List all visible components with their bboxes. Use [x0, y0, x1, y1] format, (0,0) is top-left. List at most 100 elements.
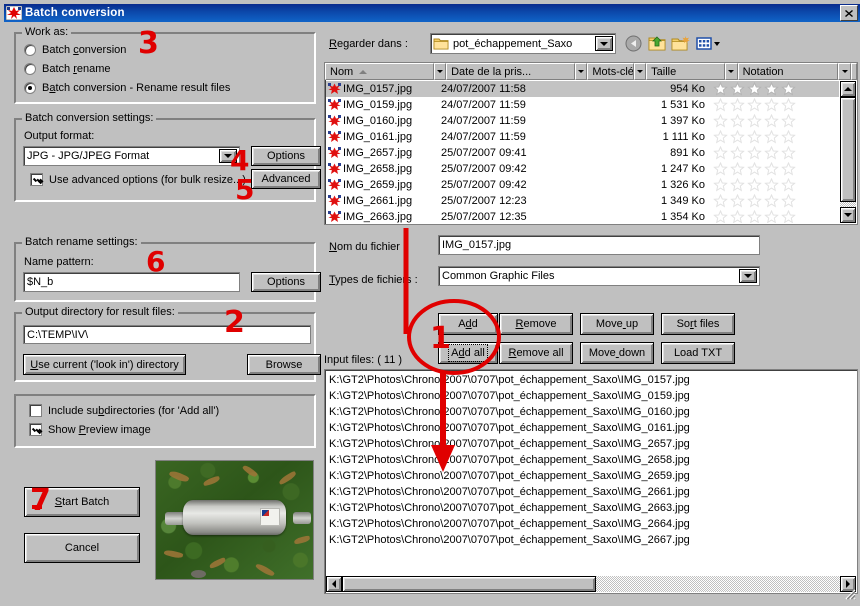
- scroll-down-button[interactable]: [840, 207, 856, 223]
- list-item[interactable]: K:\GT2\Photos\Chrono\2007\0707\pot_échap…: [327, 404, 855, 420]
- show-preview-checkbox[interactable]: Show Preview image: [29, 423, 151, 436]
- column-header-mots-cl-s[interactable]: Mots-clés: [587, 63, 634, 80]
- list-item[interactable]: K:\GT2\Photos\Chrono\2007\0707\pot_échap…: [327, 468, 855, 484]
- use-current-directory-button[interactable]: Use current ('look in') directory: [23, 354, 186, 375]
- file-rating-cell[interactable]: [709, 145, 818, 160]
- file-rating-cell[interactable]: [709, 209, 818, 223]
- star-empty-icon: [764, 193, 779, 208]
- star-empty-icon: [781, 113, 796, 128]
- move-down-button[interactable]: Move down: [580, 342, 654, 364]
- list-item[interactable]: K:\GT2\Photos\Chrono\2007\0707\pot_échap…: [327, 436, 855, 452]
- radio-batch-conversion-rename[interactable]: Batch conversion - Rename result files: [24, 82, 230, 94]
- scroll-thumb-horizontal[interactable]: [342, 576, 596, 592]
- resize-grip[interactable]: [842, 586, 856, 600]
- file-name-cell: IMG_2661.jpg: [326, 195, 441, 207]
- column-header-label: Taille: [651, 65, 677, 78]
- scroll-up-button[interactable]: [840, 81, 856, 97]
- file-types-combo[interactable]: Common Graphic Files: [438, 266, 760, 286]
- column-header-notation[interactable]: Notation: [737, 63, 839, 80]
- file-browser-listview[interactable]: Nom Date de la pris... Mots-clés Taille Nota…: [324, 62, 858, 225]
- name-pattern-input[interactable]: $N_b: [23, 272, 240, 292]
- remove-button[interactable]: Remove: [499, 313, 573, 335]
- output-directory-input[interactable]: C:\TEMP\IV\: [23, 325, 311, 344]
- chevron-down-icon[interactable]: [739, 269, 757, 283]
- column-dropdown-button[interactable]: [574, 63, 588, 80]
- table-row[interactable]: IMG_2658.jpg 25/07/2007 09:42 1 247 Ko: [326, 161, 839, 177]
- file-name-cell: IMG_0157.jpg: [326, 83, 441, 95]
- table-row[interactable]: IMG_0160.jpg 24/07/2007 11:59 1 397 Ko: [326, 113, 839, 129]
- advanced-button[interactable]: Advanced: [251, 169, 321, 189]
- star-empty-icon: [730, 129, 745, 144]
- table-row[interactable]: IMG_2661.jpg 25/07/2007 12:23 1 349 Ko: [326, 193, 839, 209]
- list-item[interactable]: K:\GT2\Photos\Chrono\2007\0707\pot_échap…: [327, 372, 855, 388]
- input-files-count-label: Input files: ( 11 ): [324, 354, 403, 366]
- radio-label: Batch rename: [42, 63, 111, 75]
- column-dropdown-button[interactable]: [633, 63, 647, 80]
- conversion-settings-group: Batch conversion settings: Output format…: [14, 112, 321, 202]
- cancel-button[interactable]: Cancel: [24, 533, 140, 563]
- remove-all-button[interactable]: Remove all: [499, 342, 573, 364]
- table-row[interactable]: IMG_0159.jpg 24/07/2007 11:59 1 531 Ko: [326, 97, 839, 113]
- column-dropdown-button[interactable]: [433, 63, 447, 80]
- load-txt-button[interactable]: Load TXT: [661, 342, 735, 364]
- list-item[interactable]: K:\GT2\Photos\Chrono\2007\0707\pot_échap…: [327, 420, 855, 436]
- window-title: Batch conversion: [25, 7, 125, 19]
- chevron-down-icon[interactable]: [595, 36, 613, 51]
- input-files-list[interactable]: K:\GT2\Photos\Chrono\2007\0707\pot_échap…: [327, 372, 855, 560]
- table-row[interactable]: IMG_0161.jpg 24/07/2007 11:59 1 111 Ko: [326, 129, 839, 145]
- column-header-taille[interactable]: Taille: [646, 63, 726, 80]
- format-options-label: Options: [267, 150, 305, 162]
- file-name-text: IMG_2663.jpg: [343, 211, 413, 223]
- listview-vscrollbar[interactable]: [840, 81, 856, 223]
- scroll-left-button[interactable]: [326, 576, 342, 592]
- table-row[interactable]: IMG_2659.jpg 25/07/2007 09:42 1 326 Ko: [326, 177, 839, 193]
- format-options-button[interactable]: Options: [251, 146, 321, 166]
- look-in-combo[interactable]: pot_échappement_Saxo: [430, 33, 616, 54]
- file-name-input[interactable]: IMG_0157.jpg: [438, 235, 760, 255]
- new-folder-icon[interactable]: [671, 35, 690, 55]
- output-format-label: Output format:: [24, 130, 95, 142]
- browse-button[interactable]: Browse: [247, 354, 321, 375]
- move-up-button[interactable]: Move up: [580, 313, 654, 335]
- close-button[interactable]: [840, 5, 858, 21]
- up-folder-icon[interactable]: [648, 35, 666, 55]
- table-row[interactable]: IMG_0157.jpg 24/07/2007 11:58 954 Ko: [326, 81, 839, 97]
- views-icon[interactable]: [696, 35, 721, 55]
- file-name-text: IMG_2659.jpg: [343, 179, 413, 191]
- back-icon[interactable]: [625, 35, 642, 55]
- list-item[interactable]: K:\GT2\Photos\Chrono\2007\0707\pot_échap…: [327, 484, 855, 500]
- file-size-cell: 1 354 Ko: [660, 211, 705, 223]
- include-subdirectories-checkbox[interactable]: Include subdirectories (for 'Add all'): [29, 404, 219, 417]
- radio-batch-rename[interactable]: Batch rename: [24, 63, 111, 75]
- listview-body[interactable]: IMG_0157.jpg 24/07/2007 11:58 954 Ko IMG_01…: [326, 81, 839, 223]
- radio-batch-conversion[interactable]: Batch conversion: [24, 44, 126, 56]
- file-rating-cell[interactable]: [709, 81, 818, 96]
- file-rating-cell[interactable]: [709, 161, 818, 176]
- file-rating-cell[interactable]: [709, 177, 818, 192]
- file-rating-cell[interactable]: [709, 193, 818, 208]
- column-dropdown-button[interactable]: [838, 63, 852, 80]
- rename-options-button[interactable]: Options: [251, 272, 321, 292]
- sort-files-button[interactable]: Sort files: [661, 313, 735, 335]
- file-rating-cell[interactable]: [709, 113, 818, 128]
- list-item[interactable]: K:\GT2\Photos\Chrono\2007\0707\pot_échap…: [327, 516, 855, 532]
- column-header-nom[interactable]: Nom: [325, 63, 434, 80]
- input-files-listbox[interactable]: K:\GT2\Photos\Chrono\2007\0707\pot_échap…: [324, 369, 858, 594]
- list-item[interactable]: K:\GT2\Photos\Chrono\2007\0707\pot_échap…: [327, 532, 855, 548]
- table-row[interactable]: IMG_2657.jpg 25/07/2007 09:41 891 Ko: [326, 145, 839, 161]
- table-row[interactable]: IMG_2663.jpg 25/07/2007 12:35 1 354 Ko: [326, 209, 839, 223]
- star-filled-icon: [713, 81, 728, 96]
- input-files-hscrollbar[interactable]: [326, 576, 856, 592]
- column-header-date-de-la-pris[interactable]: Date de la pris...: [446, 63, 575, 80]
- list-item[interactable]: K:\GT2\Photos\Chrono\2007\0707\pot_échap…: [327, 388, 855, 404]
- list-item[interactable]: K:\GT2\Photos\Chrono\2007\0707\pot_échap…: [327, 500, 855, 516]
- list-item[interactable]: K:\GT2\Photos\Chrono\2007\0707\pot_échap…: [327, 452, 855, 468]
- file-rating-cell[interactable]: [709, 129, 818, 144]
- name-pattern-label: Name pattern:: [24, 256, 94, 268]
- scroll-thumb[interactable]: [840, 97, 856, 202]
- column-dropdown-button[interactable]: [725, 63, 738, 80]
- output-format-combo[interactable]: JPG - JPG/JPEG Format: [23, 146, 240, 166]
- file-rating-cell[interactable]: [709, 97, 818, 112]
- use-advanced-options-checkbox[interactable]: Use advanced options (for bulk resize...…: [30, 173, 246, 186]
- image-file-icon: [328, 99, 341, 111]
